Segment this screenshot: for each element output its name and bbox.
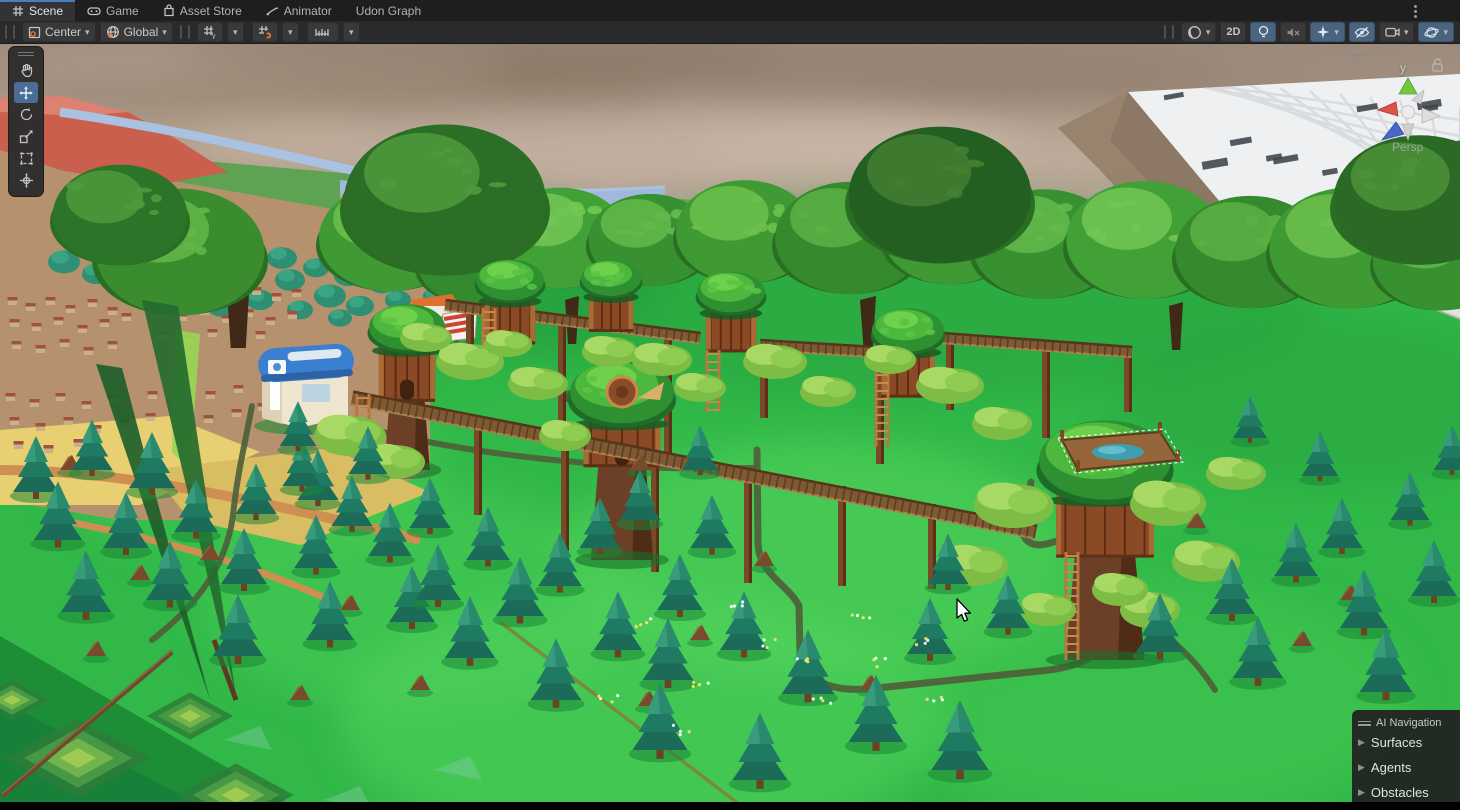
gamepad-icon	[87, 5, 101, 17]
scene-viewport[interactable]	[0, 0, 1460, 810]
tab-udon-graph[interactable]: Udon Graph	[344, 0, 433, 21]
rotate-tool[interactable]	[14, 104, 38, 125]
grid-visibility-dropdown[interactable]: ▾	[227, 22, 244, 42]
caret-down-icon: ▾	[162, 27, 167, 38]
pivot-mode-dropdown[interactable]: Center ▾	[22, 22, 96, 42]
handle-space-dropdown[interactable]: Global ▾	[100, 22, 173, 42]
pivot-icon	[28, 26, 41, 39]
move-tool[interactable]	[14, 82, 38, 103]
handle-space-label: Global	[124, 25, 159, 39]
nav-surfaces-label: Surfaces	[1371, 735, 1422, 750]
scene-effects-dropdown[interactable]: ▾	[1310, 22, 1345, 42]
animator-icon	[266, 5, 279, 17]
scene-audio-button[interactable]	[1280, 22, 1306, 42]
globe-icon	[106, 25, 120, 39]
pivot-mode-label: Center	[45, 25, 81, 39]
toolbar-drag-handle[interactable]	[180, 25, 190, 39]
tab-scene-label: Scene	[29, 4, 63, 18]
tab-asset-store-label: Asset Store	[180, 4, 242, 18]
lock-icon[interactable]	[1433, 59, 1442, 71]
scene-orientation-gizmo[interactable]: y Persp	[1344, 48, 1454, 158]
tab-game-label: Game	[106, 4, 139, 18]
scene-grid-icon	[12, 5, 24, 17]
2d-mode-button[interactable]: 2D	[1220, 22, 1246, 42]
effects-star-icon	[1316, 25, 1330, 39]
snap-increment-button[interactable]	[307, 22, 339, 42]
grid-snap-icon	[258, 25, 272, 39]
tab-bar-menu-icon[interactable]	[1408, 3, 1422, 19]
grid-snap-dropdown[interactable]: ▾	[282, 22, 299, 42]
rect-tool-icon	[19, 151, 34, 166]
rect-tool[interactable]	[14, 148, 38, 169]
editor-tab-bar: Scene Game Asset Store Animator Udon Gra…	[0, 0, 1460, 22]
orbit-sphere-icon	[1424, 25, 1439, 40]
lightbulb-icon	[1257, 25, 1270, 39]
scene-lighting-button[interactable]	[1250, 22, 1276, 42]
gizmo-overlay-handle[interactable]	[1350, 54, 1366, 63]
eye-slash-icon	[1354, 26, 1370, 39]
window-bottom-edge	[0, 802, 1460, 810]
nav-foldout-agents[interactable]: ▶ Agents	[1352, 755, 1460, 780]
toolbar-drag-handle[interactable]	[5, 25, 15, 39]
gizmos-dropdown[interactable]: ▾	[1418, 22, 1454, 42]
foldout-triangle-icon: ▶	[1358, 762, 1365, 773]
nav-agents-label: Agents	[1371, 760, 1411, 775]
scene-visibility-button[interactable]	[1349, 22, 1375, 42]
nav-obstacles-label: Obstacles	[1371, 785, 1429, 800]
tab-game[interactable]: Game	[75, 0, 151, 21]
speaker-muted-icon	[1286, 26, 1301, 39]
grid-visibility-button[interactable]: y	[197, 22, 223, 42]
tab-scene[interactable]: Scene	[0, 0, 75, 21]
scene-toolbar: Center ▾ Global ▾ y ▾ ▾ ▾ ▾ 2D	[0, 21, 1460, 44]
tab-animator-label: Animator	[284, 4, 332, 18]
tools-overlay-handle[interactable]	[11, 50, 41, 58]
shopping-bag-icon	[163, 4, 175, 17]
view-hand-tool[interactable]	[14, 60, 38, 81]
scale-tool[interactable]	[14, 126, 38, 147]
nav-overlay-handle[interactable]	[1358, 719, 1371, 728]
toolbar-drag-handle[interactable]	[1164, 25, 1174, 39]
projection-mode-label[interactable]: Persp	[1392, 140, 1423, 154]
snap-increment-dropdown[interactable]: ▾	[343, 22, 360, 42]
tab-animator[interactable]: Animator	[254, 0, 344, 21]
transform-icon	[19, 173, 34, 188]
scene-view-toggles: ▾ 2D ▾ ▾ ▾	[1159, 22, 1456, 42]
transform-tool[interactable]	[14, 170, 38, 191]
grid-snap-button[interactable]	[252, 22, 278, 42]
grid-axis-icon: y	[203, 25, 217, 39]
gizmo-y-axis-label[interactable]: y	[1400, 61, 1406, 75]
move-icon	[18, 85, 34, 101]
foldout-triangle-icon: ▶	[1358, 787, 1365, 798]
ai-navigation-overlay: AI Navigation ▶ Surfaces ▶ Agents ▶ Obst…	[1352, 710, 1460, 808]
svg-text:y: y	[212, 33, 216, 39]
unity-editor-window: Scene Game Asset Store Animator Udon Gra…	[0, 0, 1460, 810]
caret-down-icon: ▾	[85, 27, 90, 38]
tab-asset-store[interactable]: Asset Store	[151, 0, 254, 21]
hand-icon	[19, 63, 34, 78]
nav-overlay-title: AI Navigation	[1376, 717, 1441, 729]
foldout-triangle-icon: ▶	[1358, 737, 1365, 748]
nav-foldout-surfaces[interactable]: ▶ Surfaces	[1352, 730, 1460, 755]
tools-overlay	[8, 46, 44, 197]
shaded-sphere-icon	[1187, 25, 1202, 40]
tab-udon-graph-label: Udon Graph	[356, 4, 421, 18]
camera-icon	[1385, 26, 1400, 38]
scene-camera-dropdown[interactable]: ▾	[1379, 22, 1415, 42]
snap-increment-icon	[314, 26, 332, 39]
draw-mode-dropdown[interactable]: ▾	[1181, 22, 1217, 42]
rotate-icon	[19, 107, 34, 122]
scale-icon	[19, 129, 34, 144]
